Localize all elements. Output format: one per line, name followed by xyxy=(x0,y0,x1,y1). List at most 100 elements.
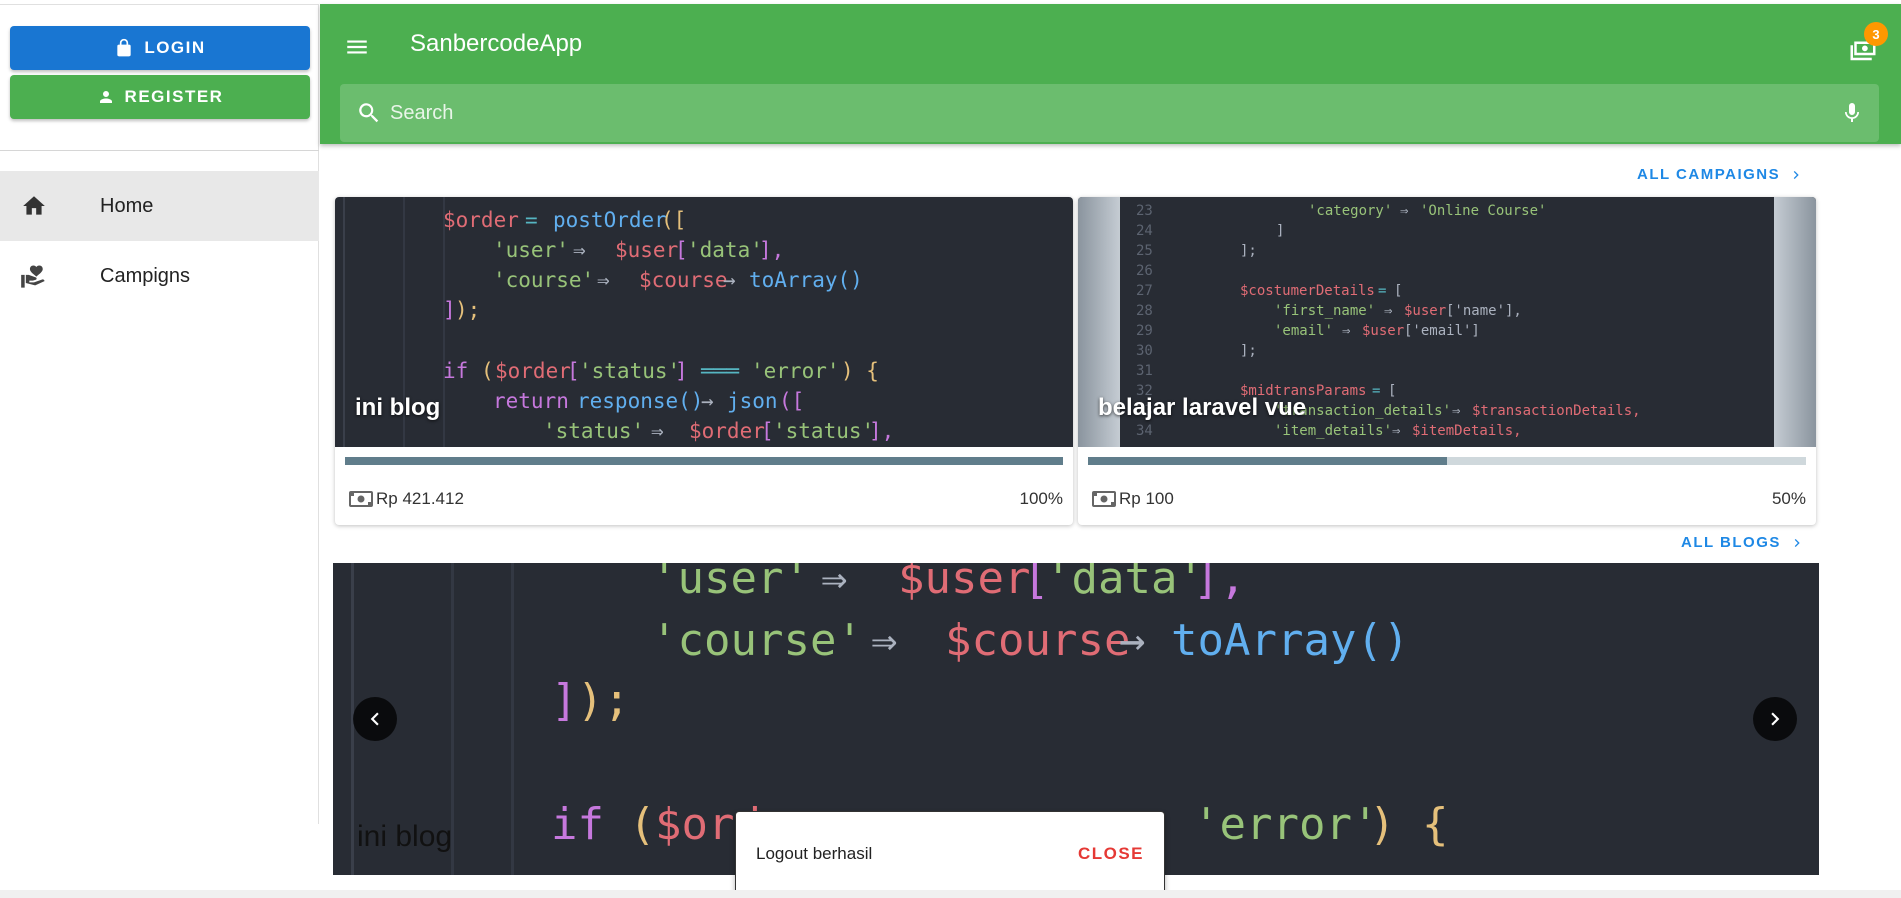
app-root: LOGIN REGISTER Home Campigns SanbercodeA… xyxy=(0,0,1901,898)
svg-text:25: 25 xyxy=(1136,243,1153,259)
svg-text:json: json xyxy=(727,389,778,413)
svg-text:if: if xyxy=(551,799,604,850)
svg-text:$order: $order xyxy=(443,208,519,232)
svg-text:34: 34 xyxy=(1136,423,1153,439)
logout-snackbar: Logout berhasil CLOSE xyxy=(735,811,1165,897)
svg-text:'data': 'data' xyxy=(1045,563,1204,604)
campaign-title: belajar laravel vue xyxy=(1098,394,1307,421)
login-button-label: LOGIN xyxy=(144,38,206,57)
svg-text:[: [ xyxy=(1394,283,1402,299)
svg-text:toArray(): toArray() xyxy=(749,268,863,292)
lock-icon xyxy=(117,38,131,57)
search-input[interactable] xyxy=(390,94,1790,132)
svg-text:[: [ xyxy=(1388,383,1396,399)
svg-text:([: ([ xyxy=(661,208,686,232)
svg-text:⇒: ⇒ xyxy=(1452,403,1460,419)
svg-text:'email': 'email' xyxy=(1274,323,1333,339)
donation-icon xyxy=(20,262,48,290)
svg-text:toArray(): toArray() xyxy=(1171,615,1409,666)
search-icon xyxy=(359,103,379,123)
svg-text:],: ], xyxy=(869,419,894,443)
campaign-amount: Rp 421.412 xyxy=(376,489,464,508)
home-icon xyxy=(20,192,48,220)
register-button[interactable]: REGISTER xyxy=(10,75,310,119)
campaign-progress-fill xyxy=(345,457,1063,465)
sidebar-item-campaigns[interactable]: Campigns xyxy=(0,241,319,311)
svg-text:'data': 'data' xyxy=(687,238,763,262)
svg-text:26: 26 xyxy=(1136,263,1153,279)
app-bar: SanbercodeApp 3 xyxy=(320,4,1901,144)
svg-text:$costumerDetails: $costumerDetails xyxy=(1240,283,1375,299)
svg-text:$user: $user xyxy=(898,563,1030,604)
svg-text:23: 23 xyxy=(1136,203,1153,219)
svg-text:]: ] xyxy=(1276,223,1284,239)
campaign-card[interactable]: 23 24 25 26 27 28 29 30 31 32 33 34 'category' ⇒ 'Onl… xyxy=(1078,197,1816,525)
menu-icon[interactable] xyxy=(344,34,370,60)
carousel-prev-button[interactable] xyxy=(353,697,397,741)
svg-text:],: ], xyxy=(759,238,784,262)
svg-text:'user': 'user' xyxy=(493,238,569,262)
svg-text:$user: $user xyxy=(1362,323,1404,339)
svg-text:[: [ xyxy=(567,359,580,383)
svg-text:['email']: ['email'] xyxy=(1404,323,1480,339)
svg-text:'error': 'error' xyxy=(1193,799,1378,850)
svg-text:$itemDetails,: $itemDetails, xyxy=(1412,423,1522,439)
svg-text:]: ] xyxy=(551,675,578,726)
carousel-next-button[interactable] xyxy=(1753,697,1797,741)
svg-text:];: ]; xyxy=(1240,343,1257,359)
svg-text:⇒: ⇒ xyxy=(821,563,848,604)
svg-text:$course: $course xyxy=(945,615,1130,666)
svg-text:response(): response() xyxy=(577,389,703,413)
svg-text:═══: ═══ xyxy=(700,359,739,383)
carousel-caption: ini blog xyxy=(357,820,453,853)
sidebar-item-home[interactable]: Home xyxy=(0,171,319,241)
svg-text:'first_name': 'first_name' xyxy=(1274,303,1375,319)
all-blogs-label: ALL BLOGS xyxy=(1681,534,1781,551)
chevron-right-icon xyxy=(1794,538,1800,547)
svg-text:⇒: ⇒ xyxy=(1400,203,1408,219)
svg-text:return: return xyxy=(493,389,569,413)
campaign-title: ini blog xyxy=(355,394,441,421)
svg-text:24: 24 xyxy=(1136,223,1153,239)
svg-text:[: [ xyxy=(761,419,774,443)
chevron-left-icon xyxy=(370,712,379,726)
svg-text:'course': 'course' xyxy=(651,615,863,666)
search-bar xyxy=(340,84,1879,142)
campaign-percent: 100% xyxy=(1019,489,1063,508)
svg-text:]: ] xyxy=(675,359,688,383)
svg-text:27: 27 xyxy=(1136,283,1153,299)
svg-text:⇒: ⇒ xyxy=(1392,423,1400,439)
svg-text:'status': 'status' xyxy=(543,419,644,443)
svg-text:→: → xyxy=(723,268,736,292)
svg-text:postOrder: postOrder xyxy=(553,208,667,232)
all-campaigns-link[interactable]: ALL CAMPAIGNS xyxy=(1637,166,1804,183)
svg-text:⇒: ⇒ xyxy=(1384,303,1392,319)
snackbar-close-button[interactable]: CLOSE xyxy=(1078,844,1144,864)
svg-text:(: ( xyxy=(629,799,656,850)
all-blogs-link[interactable]: ALL BLOGS xyxy=(1681,534,1805,551)
campaign-card[interactable]: $order = postOrder([ 'user' ⇒ $user['data'],… xyxy=(335,197,1073,525)
login-button[interactable]: LOGIN xyxy=(10,26,310,70)
campaign-progress-fill xyxy=(1088,457,1447,465)
svg-text:) {: ) { xyxy=(841,359,879,383)
money-icon xyxy=(1092,491,1116,507)
snackbar-message: Logout berhasil xyxy=(756,844,873,863)
person-icon xyxy=(99,91,112,103)
svg-text:(: ( xyxy=(481,359,494,383)
svg-text:→: → xyxy=(1119,615,1146,666)
microphone-icon[interactable] xyxy=(1840,101,1864,125)
campaign-progress-bar xyxy=(345,457,1063,465)
svg-text:([: ([ xyxy=(779,389,804,413)
svg-text:'category': 'category' xyxy=(1308,203,1392,219)
svg-text:'status': 'status' xyxy=(579,359,680,383)
svg-text:$user: $user xyxy=(1404,303,1446,319)
svg-text:$order: $order xyxy=(689,419,765,443)
money-icon xyxy=(349,491,373,507)
app-title: SanbercodeApp xyxy=(410,30,583,57)
campaign-image: $order = postOrder([ 'user' ⇒ $user['data'],… xyxy=(335,197,1073,447)
svg-text:28: 28 xyxy=(1136,303,1153,319)
svg-text:30: 30 xyxy=(1136,343,1153,359)
sidebar: LOGIN REGISTER Home Campigns xyxy=(0,4,319,824)
svg-text:$order: $order xyxy=(495,359,571,383)
all-campaigns-label: ALL CAMPAIGNS xyxy=(1637,166,1781,183)
